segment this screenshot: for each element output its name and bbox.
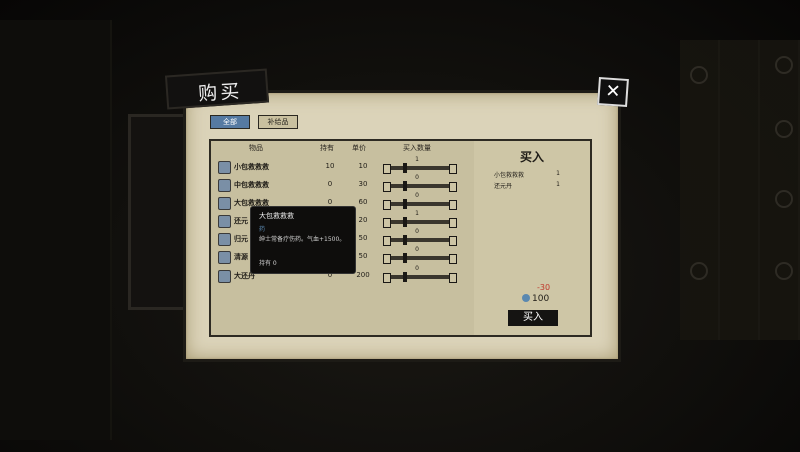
item-icon <box>218 270 231 283</box>
tooltip-title: 大包救救救 <box>259 212 294 220</box>
decrease-button[interactable] <box>383 254 391 264</box>
filter-supplies-button[interactable]: 补给品 <box>258 115 298 129</box>
table-row: 小包救救救 10 10 1 <box>216 156 462 175</box>
decrease-button[interactable] <box>383 273 391 283</box>
slider-handle[interactable] <box>403 217 407 227</box>
item-quantity: 0 <box>415 228 419 235</box>
buy-summary <box>474 139 592 337</box>
decrease-button[interactable] <box>383 182 391 192</box>
slider-handle[interactable] <box>403 272 407 282</box>
item-price: 200 <box>356 271 370 279</box>
increase-button[interactable] <box>449 236 457 246</box>
bg-ornament-icon <box>775 262 793 280</box>
tooltip-owned: 持有 0 <box>259 260 277 267</box>
buy-list-item: 小包救救救 1 <box>494 170 560 179</box>
buy-item-name: 还元丹 <box>494 183 513 190</box>
decrease-button[interactable] <box>383 218 391 228</box>
buy-panel-title: 买入 <box>520 150 545 164</box>
increase-button[interactable] <box>449 164 457 174</box>
header-owned: 持有 <box>320 144 334 152</box>
item-quantity: 0 <box>415 246 419 253</box>
quantity-slider[interactable] <box>383 272 457 283</box>
table-row: 中包救救救 0 30 0 <box>216 174 462 193</box>
item-price: 50 <box>358 234 368 242</box>
decrease-button[interactable] <box>383 236 391 246</box>
item-price: 60 <box>358 198 368 206</box>
item-icon <box>218 197 231 210</box>
item-tooltip: 大包救救救 药 绅士常备疗伤药。气血+1500。 持有 0 <box>250 206 356 274</box>
total-cost: -30 <box>537 283 551 292</box>
item-owned: 10 <box>325 162 335 170</box>
tooltip-description: 绅士常备疗伤药。气血+1500。 <box>259 236 346 243</box>
buy-item-count: 1 <box>556 181 560 188</box>
header-item: 物品 <box>249 144 263 152</box>
tooltip-type: 药 <box>259 226 266 233</box>
coin-icon <box>522 294 530 302</box>
header-price: 单价 <box>352 144 366 152</box>
decrease-button[interactable] <box>383 164 391 174</box>
item-quantity: 0 <box>415 265 419 272</box>
slider-handle[interactable] <box>403 199 407 209</box>
increase-button[interactable] <box>449 182 457 192</box>
item-name: 清源 <box>234 253 248 261</box>
item-owned: 0 <box>327 198 333 206</box>
quantity-slider[interactable] <box>383 253 457 264</box>
header-quantity: 买入数量 <box>403 144 431 152</box>
increase-button[interactable] <box>449 273 457 283</box>
buy-item-name: 小包救救救 <box>494 172 525 179</box>
increase-button[interactable] <box>449 254 457 264</box>
increase-button[interactable] <box>449 218 457 228</box>
dialog-title: 购买 <box>197 80 244 106</box>
item-price: 10 <box>358 162 368 170</box>
dialog-title-tag: 购买 <box>164 68 270 110</box>
item-icon <box>218 179 231 192</box>
item-name: 还元 <box>234 217 248 225</box>
item-name: 中包救救救 <box>234 181 269 189</box>
item-icon <box>218 215 231 228</box>
slider-handle[interactable] <box>403 253 407 263</box>
item-owned: 0 <box>327 180 333 188</box>
item-quantity: 1 <box>415 210 419 217</box>
buy-list-item: 还元丹 1 <box>494 181 560 190</box>
game-scene: 购买 ✕ 全部 补给品 物品 持有 单价 买入数量 小包救救救 10 10 1 中包救救… <box>0 0 800 452</box>
buy-item-count: 1 <box>556 170 560 177</box>
slider-handle[interactable] <box>403 163 407 173</box>
close-icon: ✕ <box>604 80 622 103</box>
money-amount: 100 <box>532 294 550 304</box>
item-quantity: 0 <box>415 174 419 181</box>
quantity-slider[interactable] <box>383 163 457 174</box>
bg-ornament-icon <box>690 262 708 280</box>
bg-ornament-icon <box>775 56 793 74</box>
item-icon <box>218 161 231 174</box>
buy-button[interactable]: 买入 <box>508 310 558 326</box>
quantity-slider[interactable] <box>383 235 457 246</box>
decrease-button[interactable] <box>383 200 391 210</box>
item-icon <box>218 233 231 246</box>
close-button[interactable]: ✕ <box>597 76 629 108</box>
item-quantity: 1 <box>415 156 419 163</box>
quantity-slider[interactable] <box>383 199 457 210</box>
quantity-slider[interactable] <box>383 181 457 192</box>
item-name: 小包救救救 <box>234 163 269 171</box>
slider-handle[interactable] <box>403 181 407 191</box>
money-display: 100 <box>522 294 549 304</box>
bg-ornament-icon <box>690 66 708 84</box>
increase-button[interactable] <box>449 200 457 210</box>
item-price: 50 <box>358 252 368 260</box>
item-icon <box>218 251 231 264</box>
slider-handle[interactable] <box>403 235 407 245</box>
quantity-slider[interactable] <box>383 217 457 228</box>
item-price: 30 <box>358 180 368 188</box>
bg-ornament-icon <box>775 190 793 208</box>
bg-ornament-icon <box>775 120 793 138</box>
filter-all-button[interactable]: 全部 <box>210 115 250 129</box>
item-quantity: 0 <box>415 192 419 199</box>
item-name: 归元 <box>234 235 248 243</box>
background-wall-left <box>0 20 112 440</box>
item-price: 20 <box>358 216 368 224</box>
